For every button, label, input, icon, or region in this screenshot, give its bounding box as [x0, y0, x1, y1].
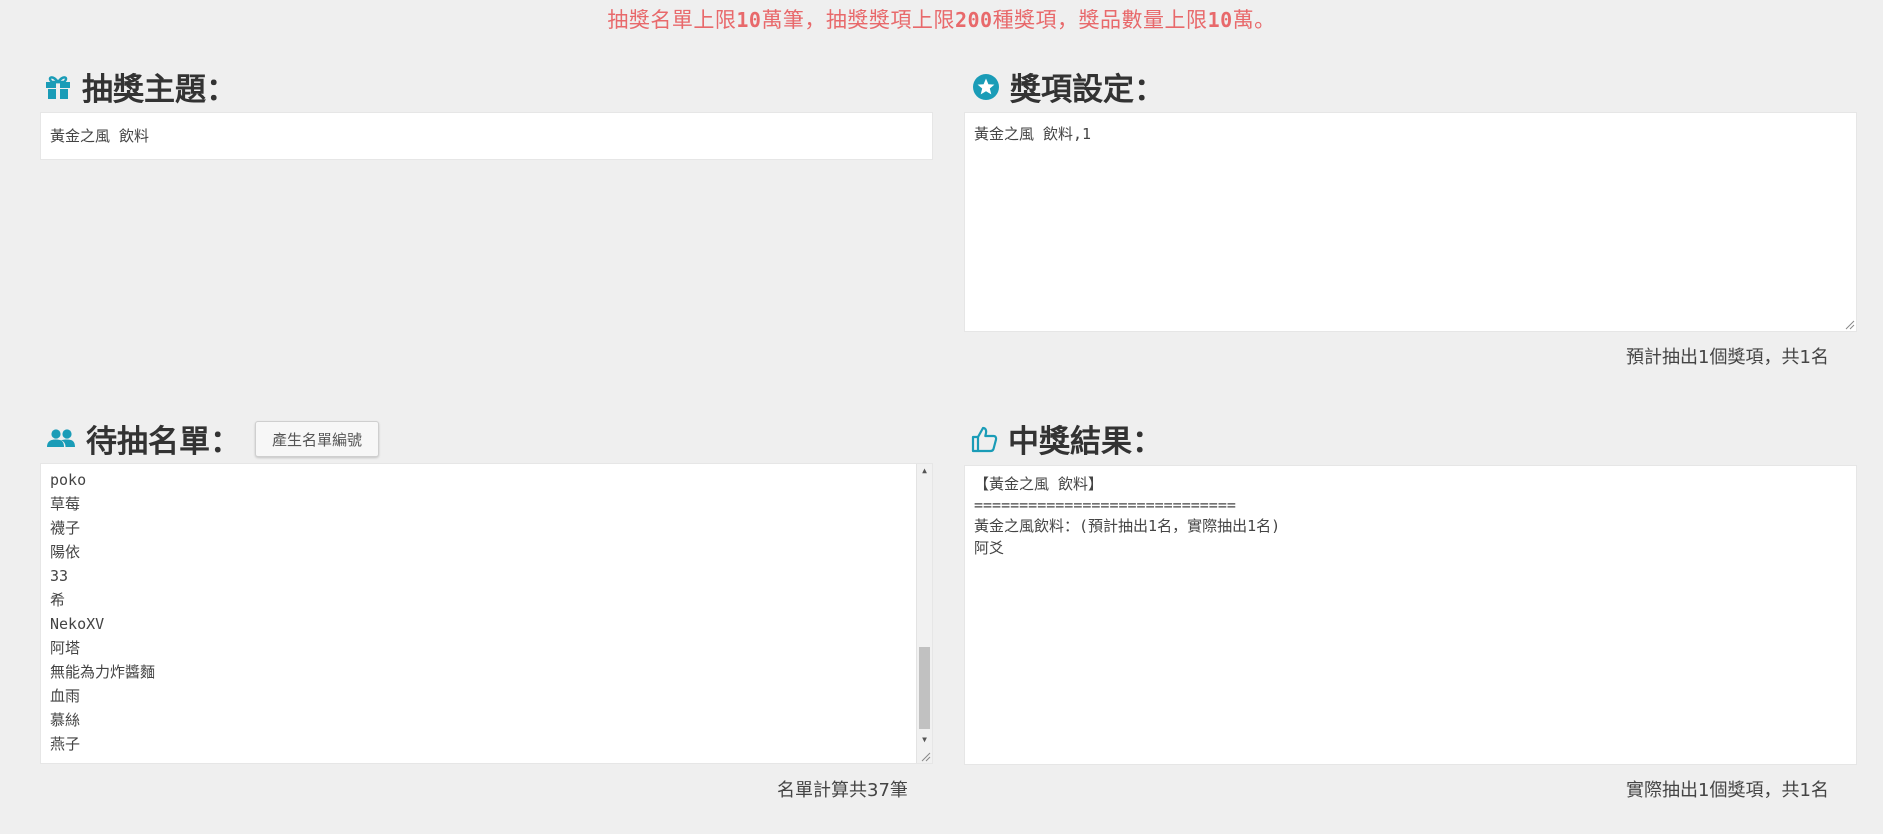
- list-item: 無能為力炸醬麵: [50, 663, 156, 681]
- notice-text-2: 萬筆，抽獎獎項上限: [761, 8, 955, 32]
- theme-input-value: 黃金之風 飲料: [50, 127, 150, 145]
- list-item: 希: [50, 591, 66, 609]
- results-textarea[interactable]: 【黃金之風 飲料】 ============================= …: [964, 465, 1857, 765]
- theme-title: 抽獎主題：: [82, 72, 237, 108]
- result-line: 【黃金之風 飲料】: [974, 475, 1104, 493]
- list-item: 燕子: [50, 735, 81, 753]
- list-item: 陽依: [50, 543, 81, 561]
- notice-num-3: 10: [1207, 8, 1233, 32]
- star-icon: [973, 73, 999, 100]
- resize-grip-icon[interactable]: [1843, 318, 1855, 330]
- list-item: 襪子: [50, 519, 81, 537]
- result-line: 黃金之風飲料：(預計抽出1名，實際抽出1名): [974, 517, 1281, 535]
- scroll-up-arrow-icon[interactable]: ▲: [917, 464, 932, 478]
- prize-summary: 預計抽出1個獎項，共1名: [1626, 347, 1829, 368]
- scrollbar-thumb[interactable]: [919, 647, 930, 729]
- gift-icon: [46, 75, 70, 99]
- notice-num-1: 10: [736, 8, 762, 32]
- notice-text-1: 抽獎名單上限: [607, 8, 737, 32]
- results-summary: 實際抽出1個獎項，共1名: [1626, 780, 1829, 801]
- notice-num-2: 200: [954, 8, 993, 32]
- candidate-count: 名單計算共37筆: [777, 780, 908, 801]
- list-item: 血雨: [50, 687, 81, 705]
- scroll-down-arrow-icon[interactable]: ▼: [917, 733, 932, 747]
- list-item: 草莓: [50, 495, 81, 513]
- results-heading: 中獎結果：: [970, 416, 1163, 461]
- candidate-list-scrollbar[interactable]: ▲ ▼: [916, 464, 932, 763]
- notice-text-4: 萬。: [1232, 8, 1276, 32]
- prize-title: 獎項設定：: [1010, 72, 1165, 108]
- candidates-heading: 待抽名單：: [46, 416, 241, 461]
- list-item: NekoXV: [50, 615, 105, 633]
- resize-grip-icon[interactable]: [919, 750, 931, 762]
- list-item: 慕絲: [50, 711, 81, 729]
- theme-input[interactable]: 黃金之風 飲料: [40, 112, 933, 160]
- result-winner: 阿爻: [974, 539, 1005, 557]
- prize-heading: 獎項設定：: [972, 64, 1165, 109]
- limit-notice: 抽獎名單上限10萬筆，抽獎獎項上限200種獎項，獎品數量上限10萬。: [0, 4, 1883, 34]
- list-item: poko: [50, 471, 87, 489]
- users-icon: [47, 428, 75, 447]
- notice-text-3: 種獎項，獎品數量上限: [992, 8, 1208, 32]
- list-item: 阿塔: [50, 639, 81, 657]
- prize-textarea[interactable]: 黃金之風 飲料,1: [964, 112, 1857, 332]
- thumbs-up-icon: [971, 426, 998, 452]
- theme-heading: 抽獎主題：: [44, 64, 237, 109]
- candidates-title: 待抽名單：: [86, 424, 241, 460]
- generate-list-number-button[interactable]: 產生名單編號: [255, 421, 379, 457]
- result-separator: =============================: [974, 496, 1236, 514]
- candidate-list-textarea[interactable]: poko 草莓 襪子 陽依 33 希 NekoXV 阿塔 無能為力炸醬麵 血雨 …: [40, 463, 933, 764]
- list-item: 33: [50, 567, 69, 585]
- results-title: 中獎結果：: [1008, 424, 1163, 460]
- prize-textarea-value: 黃金之風 飲料,1: [974, 125, 1092, 143]
